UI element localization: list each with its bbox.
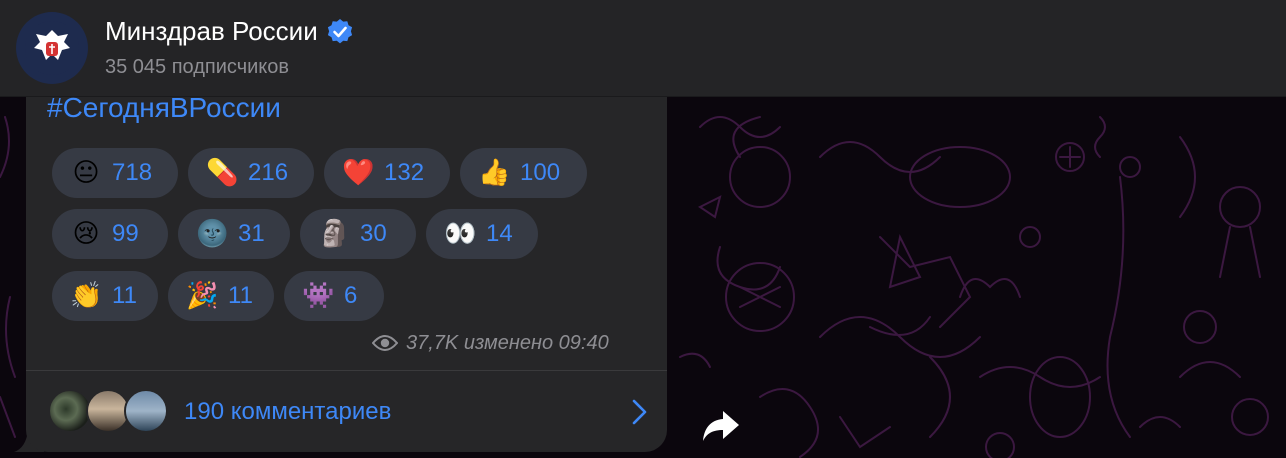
pill-icon: 💊 <box>206 158 239 188</box>
comments-divider <box>26 370 667 371</box>
chevron-right-icon[interactable] <box>628 398 650 426</box>
reaction-heart[interactable]: ❤️ 132 <box>324 148 450 198</box>
reaction-count: 31 <box>238 220 265 247</box>
reaction-count: 11 <box>112 282 137 309</box>
reaction-count: 6 <box>344 282 358 309</box>
reaction-count: 718 <box>112 159 153 186</box>
reaction-count: 216 <box>248 159 289 186</box>
reaction-crying-face[interactable]: 😢 99 <box>52 209 168 259</box>
reaction-neutral-face[interactable]: 😐 718 <box>52 148 178 198</box>
eyes-icon: 👀 <box>444 219 477 249</box>
reaction-party-popper[interactable]: 🎉 11 <box>168 271 274 321</box>
heart-icon: ❤️ <box>342 158 375 188</box>
post-meta: 37,7K изменено 09:40 <box>372 330 609 356</box>
reaction-pill[interactable]: 💊 216 <box>188 148 314 198</box>
views-and-time: 37,7K изменено 09:40 <box>406 331 609 354</box>
hashtag-link[interactable]: #СегодняВРоссии <box>47 92 281 124</box>
channel-title[interactable]: Минздрав России <box>105 16 354 47</box>
reaction-new-moon-face[interactable]: 🌚 31 <box>178 209 290 259</box>
reaction-count: 14 <box>486 220 513 247</box>
commenter-avatar <box>124 389 168 433</box>
new-moon-face-icon: 🌚 <box>196 219 229 249</box>
reaction-count: 30 <box>360 220 387 247</box>
reaction-count: 100 <box>520 159 561 186</box>
reaction-clapping-hands[interactable]: 👏 11 <box>52 271 158 321</box>
reaction-thumbs-up[interactable]: 👍 100 <box>460 148 587 198</box>
reaction-count: 11 <box>228 282 253 309</box>
commenter-avatars[interactable] <box>48 389 168 433</box>
coat-of-arms-icon <box>25 21 79 75</box>
share-arrow-icon[interactable] <box>699 403 743 447</box>
channel-avatar[interactable] <box>16 12 88 84</box>
clapping-hands-icon: 👏 <box>70 281 103 311</box>
reaction-space-invader[interactable]: 👾 6 <box>284 271 384 321</box>
space-invader-icon: 👾 <box>302 281 335 311</box>
channel-name: Минздрав России <box>105 16 318 46</box>
crying-face-icon: 😢 <box>72 219 100 249</box>
party-popper-icon: 🎉 <box>186 281 219 311</box>
reaction-count: 132 <box>384 159 425 186</box>
eye-icon <box>372 335 398 351</box>
reaction-count: 99 <box>112 220 139 247</box>
neutral-face-icon: 😐 <box>72 158 100 188</box>
verified-badge-icon <box>327 18 352 43</box>
subscriber-count: 35 045 подписчиков <box>105 56 290 78</box>
channel-header: Минздрав России 35 045 подписчиков <box>0 0 1286 97</box>
reaction-eyes[interactable]: 👀 14 <box>426 209 538 259</box>
reaction-moai[interactable]: 🗿 30 <box>300 209 416 259</box>
comments-link[interactable]: 190 комментариев <box>184 398 391 426</box>
moai-icon: 🗿 <box>318 219 351 249</box>
thumbs-up-icon: 👍 <box>478 158 511 188</box>
